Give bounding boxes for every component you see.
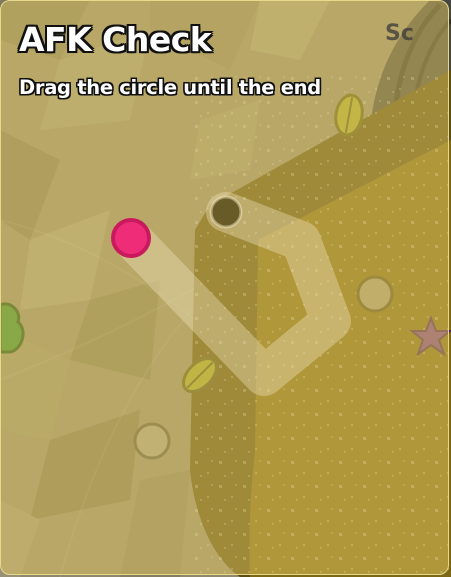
afk-check-modal: Sc AFK Check Drag the circle until the e… [0,0,449,575]
circle-handle-icon[interactable] [111,218,151,258]
game-stage: Sc AFK Check Drag the circle until the e… [0,0,451,577]
drag-puzzle [111,192,351,396]
drag-path-track [111,192,351,396]
ring-target-icon[interactable] [209,195,243,229]
